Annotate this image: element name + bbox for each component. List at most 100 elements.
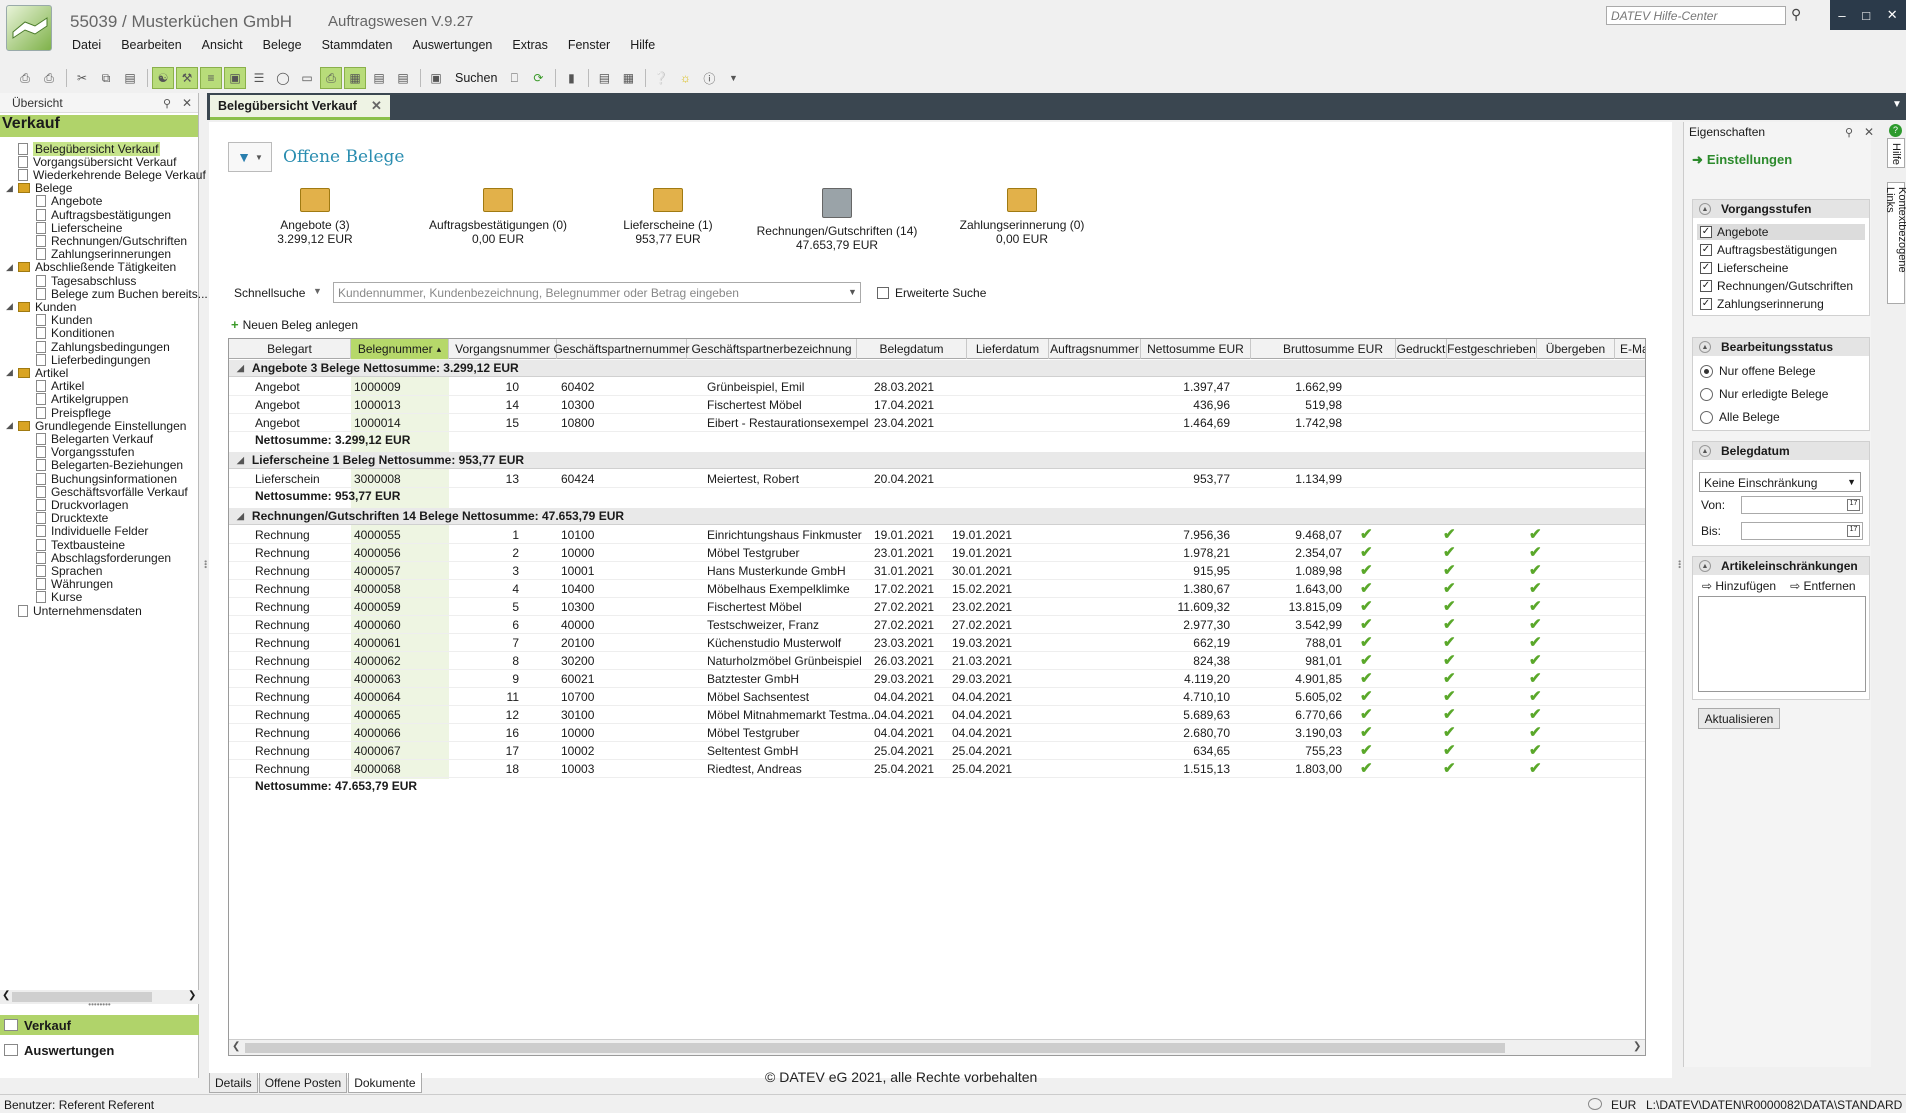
table-row[interactable]: Rechnung 4000067 17 10002 Seltentest GmbH 25.… <box>229 742 1645 760</box>
expand-icon[interactable]: ◢ <box>6 262 16 273</box>
checkbox[interactable]: ✓ <box>1700 262 1712 274</box>
column-header[interactable]: Geschäftspartnerbezeichnung <box>687 339 857 359</box>
window-icon[interactable]: ▣ <box>224 67 246 89</box>
filter-icon[interactable]: ⎕ <box>503 67 525 89</box>
checkbox[interactable]: ✓ <box>1700 226 1712 238</box>
column-header[interactable]: E-Mail <box>1615 339 1645 359</box>
summary-card[interactable]: Lieferscheine (1) 953,77 EUR <box>578 188 758 246</box>
tree-item[interactable]: Unternehmensdaten <box>18 603 142 618</box>
extended-search-label[interactable]: Erweiterte Suche <box>895 286 986 300</box>
menu-hilfe[interactable]: Hilfe <box>620 38 665 56</box>
collapse-icon[interactable]: ▲ <box>1699 203 1711 215</box>
table-row[interactable]: Rechnung 4000055 1 10100 Einrichtungshaus Fi… <box>229 526 1645 544</box>
wrench-icon[interactable]: ⚒ <box>176 67 198 89</box>
info-icon[interactable]: ⓘ <box>698 67 720 89</box>
column-header[interactable]: Festgeschrieben <box>1447 339 1537 359</box>
doc2-icon[interactable]: ▤ <box>392 67 414 89</box>
filter-dropdown-button[interactable]: ▼ ▼ <box>228 142 272 172</box>
expand-icon[interactable]: ◢ <box>6 301 16 312</box>
paste-icon[interactable]: ▤ <box>119 67 141 89</box>
scrollbar-thumb[interactable] <box>245 1043 1505 1053</box>
column-header[interactable]: Übergeben <box>1537 339 1615 359</box>
table-row[interactable]: Angebot 1000009 10 60402 Grünbeispiel, Emil 2… <box>229 378 1645 396</box>
side-tab-hilfe[interactable]: Hilfe <box>1887 138 1905 168</box>
tab-close-icon[interactable]: ✕ <box>371 98 382 114</box>
radio-nur-offene[interactable]: Nur offene Belege <box>1700 364 1816 378</box>
collapse-icon[interactable]: ◢ <box>237 511 244 522</box>
section-header[interactable]: ▲ Artikeleinschränkungen <box>1693 557 1869 575</box>
table-row[interactable]: Rechnung 4000059 5 10300 Fischertest Möbel 27… <box>229 598 1645 616</box>
radio-nur-erledigte[interactable]: Nur erledigte Belege <box>1700 387 1828 401</box>
checkbox[interactable]: ✓ <box>1700 280 1712 292</box>
summary-card[interactable]: Angebote (3) 3.299,12 EUR <box>225 188 405 246</box>
side-tab-links[interactable]: Kontextbezogene Links <box>1884 182 1906 304</box>
tab-dokumente[interactable]: Dokumente <box>348 1073 422 1093</box>
column-header[interactable]: Vorgangsnummer <box>449 339 557 359</box>
menu-auswertungen[interactable]: Auswertungen <box>402 38 502 56</box>
phone-icon[interactable]: ▮ <box>560 67 582 89</box>
menu-stammdaten[interactable]: Stammdaten <box>312 38 403 56</box>
radio[interactable] <box>1700 364 1713 378</box>
grid-icon[interactable]: ▦ <box>344 67 366 89</box>
table-row[interactable]: Rechnung 4000066 16 10000 Möbel Testgruber 04… <box>229 724 1645 742</box>
table-row[interactable]: Rechnung 4000062 8 30200 Naturholzmöbel Grün… <box>229 652 1645 670</box>
table-row[interactable]: Rechnung 4000061 7 20100 Küchenstudio Muster… <box>229 634 1645 652</box>
nav-verkauf[interactable]: Verkauf <box>0 1015 199 1035</box>
column-header[interactable]: Auftragsnummer <box>1049 339 1141 359</box>
calendar-icon[interactable]: 17 <box>1847 499 1860 511</box>
tab-list-dropdown-icon[interactable]: ▼ <box>1892 99 1902 110</box>
scroll-right-icon[interactable]: ❯ <box>1633 1041 1641 1052</box>
column-header[interactable]: Belegart <box>229 339 351 359</box>
add-article-button[interactable]: ⇨ Hinzufügen <box>1702 579 1776 593</box>
tab-offene-posten[interactable]: Offene Posten <box>258 1073 348 1093</box>
menu-fenster[interactable]: Fenster <box>558 38 620 56</box>
section-header[interactable]: ▲ Vorgangsstufen <box>1693 200 1869 218</box>
menu-extras[interactable]: Extras <box>502 38 557 56</box>
table-row[interactable]: Angebot 1000014 15 10800 Eibert - Restaurati… <box>229 414 1645 432</box>
summary-card[interactable]: Auftragsbestätigungen (0) 0,00 EUR <box>408 188 588 246</box>
table-row[interactable]: Rechnung 4000058 4 10400 Möbelhaus Exempelkl… <box>229 580 1645 598</box>
date-restriction-select[interactable]: Keine Einschränkung ▼ <box>1699 472 1861 492</box>
search-icon[interactable]: ⚲ <box>1791 6 1801 23</box>
toolbar-more-icon[interactable]: ▼ <box>722 67 744 89</box>
summary-card[interactable]: Rechnungen/Gutschriften (14) 47.653,79 EU… <box>747 188 927 252</box>
collapse-icon[interactable]: ◢ <box>237 363 244 374</box>
section-header[interactable]: ▲ Bearbeitungsstatus <box>1693 338 1869 356</box>
menu-belege[interactable]: Belege <box>253 38 312 56</box>
blank-icon[interactable]: ▭ <box>296 67 318 89</box>
tab-belegübersicht[interactable]: Belegübersicht Verkauf ✕ <box>210 95 390 120</box>
cut-icon[interactable]: ✂ <box>71 67 93 89</box>
group-header[interactable]: ◢ Lieferscheine 1 Beleg Nettosumme: 953,7… <box>229 452 1645 469</box>
pane-close-icon[interactable]: ✕ <box>1864 125 1874 139</box>
radio[interactable] <box>1700 387 1713 401</box>
checkbox[interactable]: ✓ <box>1700 298 1712 310</box>
table-row[interactable]: Rechnung 4000068 18 10003 Riedtest, Andreas 2… <box>229 760 1645 778</box>
toolbar-search-label[interactable]: Suchen <box>455 71 497 85</box>
table-row[interactable]: Angebot 1000013 14 10300 Fischertest Möbel 17… <box>229 396 1645 414</box>
group-header[interactable]: ◢ Rechnungen/Gutschriften 14 Belege Netto… <box>229 508 1645 525</box>
refresh-icon[interactable]: ⟳ <box>527 67 549 89</box>
pane-splitter-grip[interactable]: •••••••• <box>0 1000 199 1009</box>
article-list[interactable] <box>1698 596 1866 692</box>
print-preview-icon[interactable]: ⎙ <box>38 67 60 89</box>
calendar-icon[interactable]: ▦ <box>617 67 639 89</box>
pane-close-icon[interactable]: ✕ <box>182 96 192 110</box>
expand-icon[interactable]: ◢ <box>6 420 16 431</box>
group-header[interactable]: ◢ Angebote 3 Belege Nettosumme: 3.299,12 … <box>229 360 1645 377</box>
table-row[interactable]: Rechnung 4000063 9 60021 Batztester GmbH 29.0… <box>229 670 1645 688</box>
table-row[interactable]: Rechnung 4000057 3 10001 Hans Musterkunde Gm… <box>229 562 1645 580</box>
collapse-icon[interactable]: ▲ <box>1699 560 1711 572</box>
chevron-down-icon[interactable]: ▼ <box>848 287 857 297</box>
help-search-input[interactable]: DATEV Hilfe-Center <box>1606 6 1786 25</box>
menu-bearbeiten[interactable]: Bearbeiten <box>111 38 191 56</box>
scroll-left-icon[interactable]: ❮ <box>232 1041 240 1052</box>
column-header[interactable]: Belegnummer ▴ <box>351 339 449 359</box>
pin-icon[interactable]: ⚲ <box>1845 126 1853 139</box>
table-row[interactable]: Rechnung 4000065 12 30100 Möbel Mitnahmemark… <box>229 706 1645 724</box>
radio-alle[interactable]: Alle Belege <box>1700 410 1780 424</box>
menu-ansicht[interactable]: Ansicht <box>192 38 253 56</box>
column-header[interactable]: Lieferdatum <box>967 339 1049 359</box>
printer-red-icon[interactable]: ⎙ <box>320 67 342 89</box>
folder-icon[interactable]: ▤ <box>593 67 615 89</box>
calendar-icon[interactable]: 17 <box>1847 525 1860 537</box>
